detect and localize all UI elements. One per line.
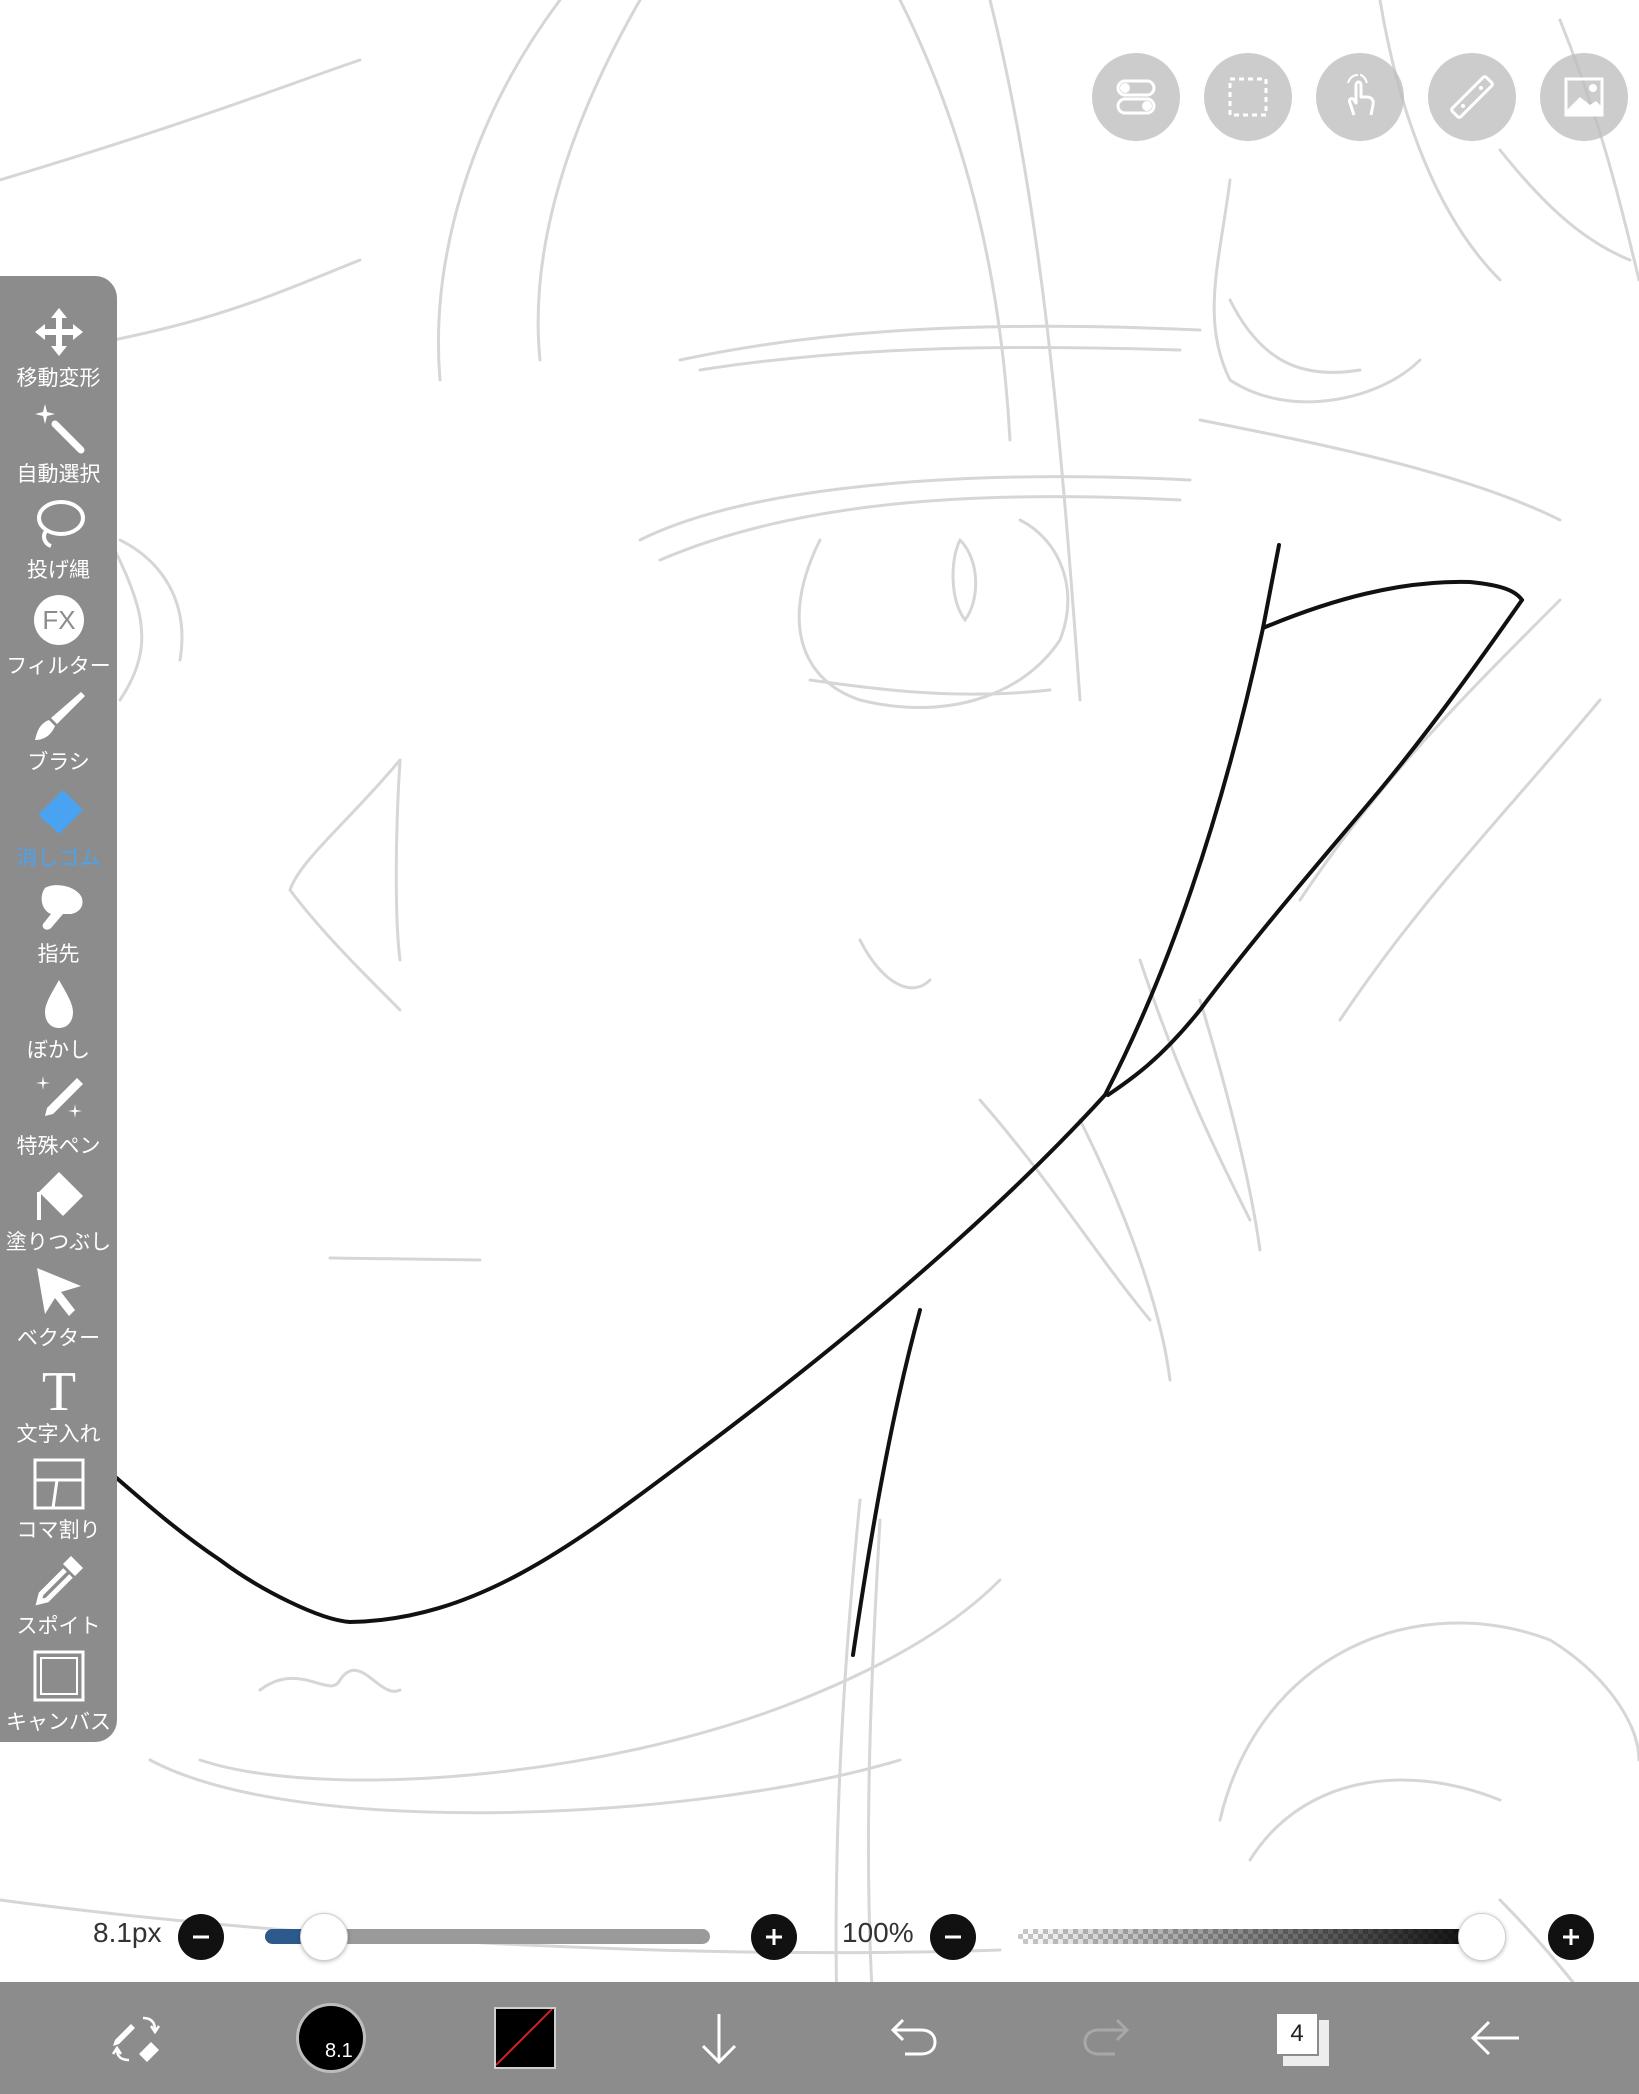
- eraser-icon: [37, 790, 83, 834]
- opacity-value: 100%: [842, 1917, 914, 1948]
- tool-eyedropper[interactable]: スポイト: [0, 1544, 117, 1640]
- no-secondary-color-icon: [496, 2009, 553, 2066]
- toggle-icon: [1116, 79, 1156, 115]
- selection-rect-icon: [1228, 77, 1268, 117]
- magic-wand-icon: [34, 404, 84, 454]
- eyedropper-icon: [35, 1556, 83, 1606]
- brush-settings-button[interactable]: 8.1: [276, 1982, 386, 2094]
- tool-panel[interactable]: コマ割り: [0, 1448, 117, 1544]
- tool-fill[interactable]: 塗りつぶし: [0, 1160, 117, 1256]
- move-icon: [34, 308, 83, 356]
- tool-label: コマ割り: [16, 1518, 101, 1542]
- tool-smudge[interactable]: 指先: [0, 872, 117, 968]
- brush-size-value: 8.1px: [93, 1917, 162, 1948]
- tool-label: 移動変形: [16, 366, 101, 390]
- tool-label: 文字入れ: [16, 1422, 101, 1446]
- blur-drop-icon: [44, 980, 73, 1028]
- image-button[interactable]: [1540, 53, 1628, 141]
- layer-count: 4: [1275, 2012, 1319, 2056]
- tool-label: スポイト: [16, 1614, 101, 1638]
- layer-transfer-down-button[interactable]: [664, 1982, 774, 2094]
- toggle-button[interactable]: [1092, 53, 1180, 141]
- panel-layout-icon: [33, 1458, 84, 1510]
- tool-label: ぼかし: [27, 1038, 90, 1062]
- brush-size-slider-knob[interactable]: [299, 1913, 348, 1961]
- touch-button[interactable]: [1316, 53, 1404, 141]
- brush-icon: [34, 692, 85, 740]
- tool-palette: 移動変形 自動選択 投げ縄 FX フィルター ブラシ 消しゴム 指先 ぼかし 特…: [0, 276, 117, 1742]
- finger-smudge-icon: [41, 885, 83, 930]
- tool-label: 指先: [37, 942, 80, 966]
- tool-label: フィルター: [6, 654, 111, 678]
- svg-text:FX: FX: [42, 605, 75, 635]
- canvas-icon: [33, 1650, 84, 1702]
- tool-vector[interactable]: ベクター: [0, 1256, 117, 1352]
- arrow-down-icon: [701, 2014, 737, 2065]
- vector-arrow-icon: [36, 1268, 81, 1316]
- tool-special-pen[interactable]: 特殊ペン: [0, 1064, 117, 1160]
- minus-icon: [193, 1935, 209, 1939]
- tool-label: ブラシ: [27, 750, 90, 774]
- svg-text:T: T: [41, 1361, 75, 1416]
- tool-label: 塗りつぶし: [5, 1230, 112, 1254]
- tool-label: 自動選択: [16, 462, 101, 486]
- layers-button[interactable]: 4: [1246, 1982, 1356, 2094]
- redo-button[interactable]: [1052, 1982, 1162, 2094]
- pen-eraser-swap-icon: [111, 2016, 161, 2062]
- tool-move[interactable]: 移動変形: [0, 296, 117, 392]
- selection-button[interactable]: [1204, 53, 1292, 141]
- drawing-canvas[interactable]: [0, 0, 1639, 2094]
- undo-button[interactable]: [858, 1982, 968, 2094]
- special-pen-icon: [35, 1076, 83, 1118]
- swap-tool-button[interactable]: [82, 1982, 192, 2094]
- undo-icon: [890, 2018, 937, 2056]
- brush-size-slider[interactable]: [265, 1913, 710, 1961]
- layers-icon: 4: [1273, 2010, 1329, 2066]
- tool-label: ベクター: [16, 1326, 101, 1350]
- fx-icon: FX: [33, 595, 84, 645]
- tool-auto-select[interactable]: 自動選択: [0, 392, 117, 488]
- tool-label: キャンバス: [6, 1710, 111, 1734]
- tool-label: 投げ縄: [27, 558, 90, 582]
- image-layer-icon: [1564, 77, 1604, 117]
- plus-icon: [1563, 1929, 1579, 1945]
- opacity-increase-button[interactable]: [1548, 1914, 1594, 1960]
- brush-preview: 8.1: [296, 2003, 366, 2073]
- tool-label: 特殊ペン: [16, 1134, 101, 1158]
- tool-brush[interactable]: ブラシ: [0, 680, 117, 776]
- tool-text[interactable]: T 文字入れ: [0, 1352, 117, 1448]
- brush-size-increase-button[interactable]: [751, 1914, 797, 1960]
- brush-preview-size: 8.1: [325, 2040, 353, 2062]
- tool-blur[interactable]: ぼかし: [0, 968, 117, 1064]
- back-button[interactable]: [1440, 1982, 1550, 2094]
- minus-icon: [945, 1935, 961, 1939]
- bottom-toolbar: 8.1 4: [0, 1982, 1639, 2094]
- opacity-slider-knob[interactable]: [1458, 1913, 1506, 1961]
- redo-icon: [1083, 2018, 1130, 2056]
- arrow-left-icon: [1470, 2020, 1519, 2056]
- tool-label: 消しゴム: [16, 846, 101, 870]
- tool-canvas[interactable]: キャンバス: [0, 1640, 117, 1736]
- plus-icon: [766, 1929, 782, 1945]
- brush-size-decrease-button[interactable]: [178, 1914, 224, 1960]
- ruler-icon: [1450, 75, 1494, 119]
- color-button[interactable]: [470, 1982, 580, 2094]
- tool-eraser[interactable]: 消しゴム: [0, 776, 117, 872]
- fill-bucket-icon: [36, 1172, 83, 1220]
- current-color-swatch: [494, 2007, 556, 2069]
- opacity-decrease-button[interactable]: [930, 1914, 976, 1960]
- opacity-slider[interactable]: [1018, 1913, 1506, 1961]
- lasso-icon: [36, 500, 85, 548]
- touch-gesture-icon: [1347, 74, 1375, 116]
- ruler-button[interactable]: [1428, 53, 1516, 141]
- text-icon: T: [41, 1361, 75, 1416]
- tool-filter[interactable]: FX フィルター: [0, 584, 117, 680]
- tool-lasso[interactable]: 投げ縄: [0, 488, 117, 584]
